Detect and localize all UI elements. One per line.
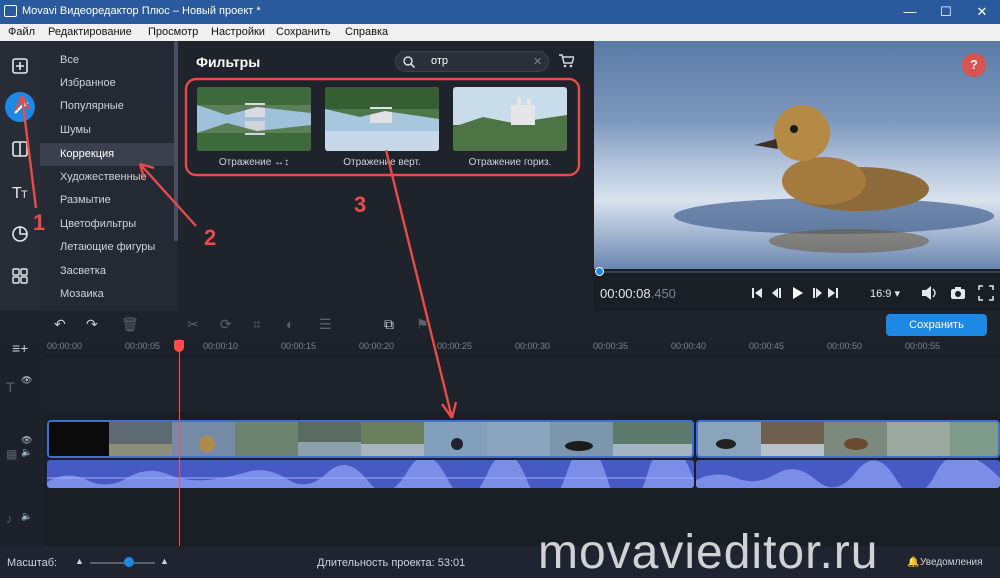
- app-window: Movavi Видеоредактор Плюс – Новый проект…: [0, 0, 1000, 578]
- watermark-text: movavieditor.ru: [538, 526, 879, 578]
- annotation-number-3: 3: [354, 192, 367, 217]
- annotation-arrow-1: [20, 95, 38, 209]
- annotation-arrow-3: [384, 149, 454, 419]
- annotation-arrow-2: [139, 163, 197, 227]
- annotation-number-2: 2: [204, 225, 217, 250]
- annotation-frame: [184, 77, 581, 177]
- annotation-number-1: 1: [33, 210, 46, 235]
- annotation-overlay: [14, 77, 581, 419]
